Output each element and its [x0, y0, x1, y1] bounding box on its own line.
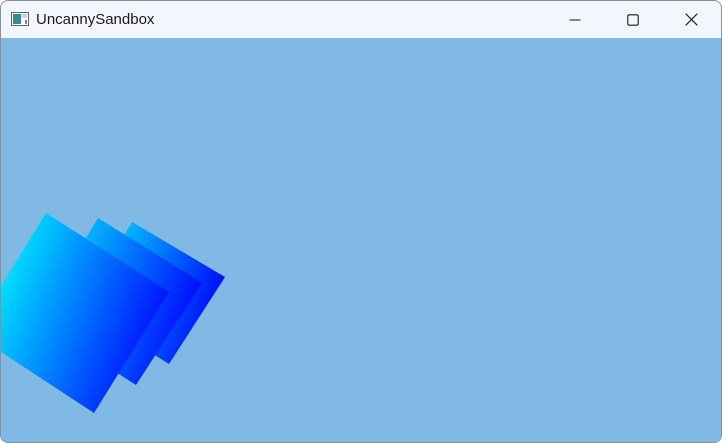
window-title: UncannySandbox — [36, 11, 155, 28]
maximize-button[interactable] — [604, 1, 662, 38]
close-button[interactable] — [662, 1, 720, 38]
title-bar[interactable]: UncannySandbox — [1, 1, 721, 38]
app-window: UncannySandbox — [0, 0, 722, 443]
minimize-icon — [569, 18, 581, 21]
scene-canvas — [1, 213, 225, 413]
minimize-button[interactable] — [546, 1, 604, 38]
app-window-icon — [11, 12, 29, 26]
maximize-icon — [627, 13, 639, 26]
close-icon — [684, 13, 698, 26]
render-viewport[interactable] — [1, 38, 721, 442]
